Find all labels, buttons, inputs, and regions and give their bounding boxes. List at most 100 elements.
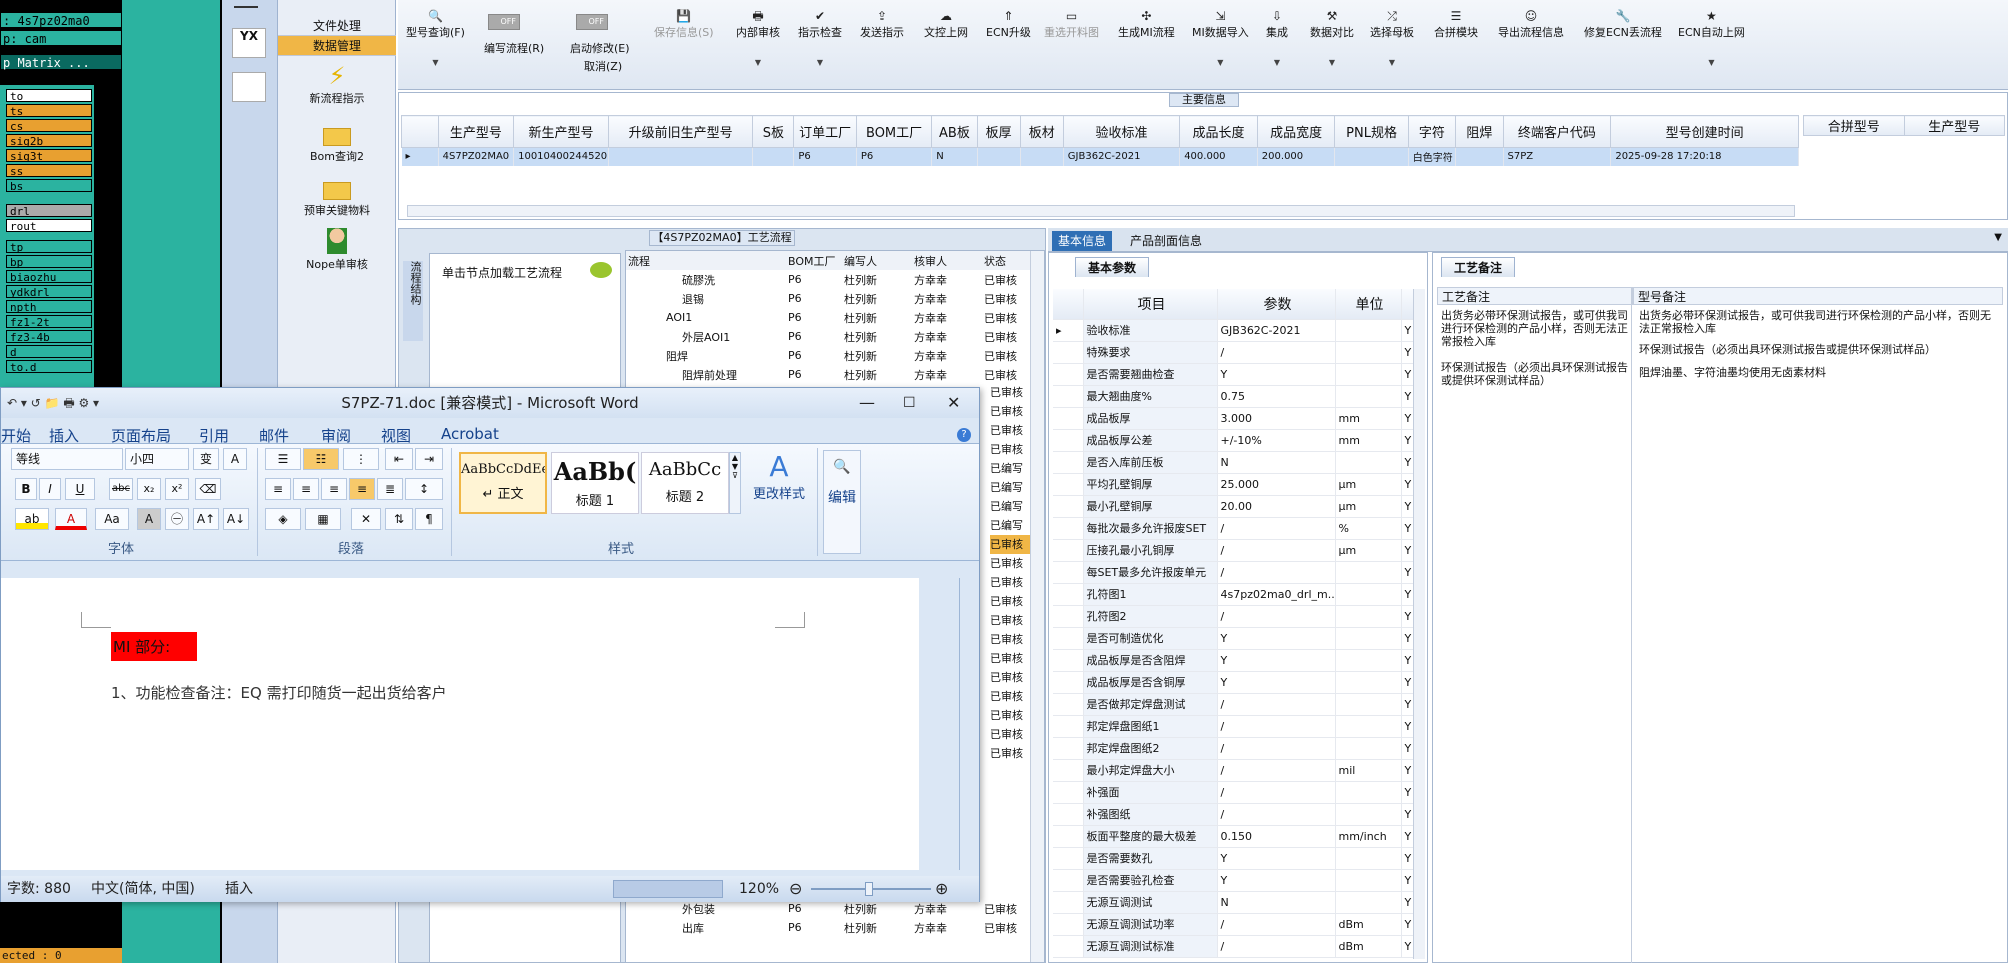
menu-file-processing[interactable]: 文件处理 bbox=[278, 16, 396, 36]
tree-row[interactable]: 退锡 P6 杜列新 方幸幸 已审核 bbox=[626, 289, 1030, 308]
italic-button[interactable]: I bbox=[39, 478, 61, 500]
column-header[interactable]: 单位 bbox=[1335, 289, 1402, 320]
param-row[interactable]: 最小孔壁铜厚 20.00 μm Y bbox=[1053, 495, 1414, 518]
layer-item[interactable]: ts bbox=[6, 104, 92, 117]
sort-button[interactable]: ⇅ bbox=[385, 508, 413, 530]
mi-import-button[interactable]: ⇲ MI数据导入 ▼ bbox=[1192, 8, 1249, 67]
shading-button[interactable]: ◈ bbox=[265, 508, 301, 530]
param-row[interactable]: 邦定焊盘图纸1/Y bbox=[1053, 715, 1414, 738]
internal-review-button[interactable]: 🖶 内部审核 ▼ bbox=[736, 8, 780, 67]
menu-data-management[interactable]: 数据管理 bbox=[278, 36, 396, 56]
nope-review-item[interactable]: Nope单审核 bbox=[278, 228, 396, 272]
superscript-button[interactable]: x² bbox=[165, 478, 189, 500]
subscript-button[interactable]: x₂ bbox=[137, 478, 161, 500]
param-row[interactable]: 无源互调测试 N Y bbox=[1053, 891, 1414, 914]
process-note-text[interactable]: 出货务必带环保测试报告，或可供我司进行环保检测的产品小样，否则无法正常报检入库 … bbox=[1437, 309, 1631, 387]
column-header[interactable]: 流程 bbox=[626, 251, 786, 270]
tab-acrobat[interactable]: Acrobat bbox=[441, 425, 499, 443]
justify-button[interactable]: ≡ bbox=[349, 478, 375, 500]
export-flow-button[interactable]: ☺ 导出流程信息 bbox=[1498, 8, 1564, 40]
integrate-button[interactable]: ⇩ 集成 ▼ bbox=[1266, 8, 1288, 67]
column-header[interactable]: 升级前旧生产型号 bbox=[607, 115, 754, 148]
param-row[interactable]: 是否可制造优化 Y Y bbox=[1053, 627, 1414, 650]
increase-indent-button[interactable]: ⇥ bbox=[415, 448, 443, 470]
ecn-upgrade-button[interactable]: ⇑ ECN升级 bbox=[986, 8, 1031, 40]
param-row[interactable]: 板面平整度的最大极差 0.150 mm/inch Y bbox=[1053, 825, 1414, 848]
param-row[interactable]: 补强面 / Y bbox=[1053, 781, 1414, 804]
reselect-cutting-button[interactable]: ▭ 重选开料图 bbox=[1044, 8, 1099, 40]
column-header[interactable]: 字符 bbox=[1407, 115, 1457, 148]
cancel-button[interactable]: 取消(Z) bbox=[584, 58, 622, 74]
layer-item[interactable]: bs bbox=[6, 179, 92, 192]
param-row[interactable]: 无源互调测试功率 / dBm Y bbox=[1053, 913, 1414, 936]
tab-basic-info[interactable]: 基本信息 bbox=[1052, 231, 1113, 251]
show-marks-button[interactable]: ¶ bbox=[415, 508, 443, 530]
param-row[interactable]: 最小邦定焊盘大小 / mil Y bbox=[1053, 759, 1414, 782]
indicator-check-button[interactable]: ✔ 指示检查 ▼ bbox=[798, 8, 842, 67]
layer-item[interactable]: cs bbox=[6, 119, 92, 132]
param-row[interactable]: 孔符图1 4s7pz02ma0_drl_m... Y bbox=[1053, 583, 1414, 606]
align-center-button[interactable]: ≡ bbox=[293, 478, 319, 500]
model-query-button[interactable]: 🔍 型号查询(F) ▼ bbox=[406, 8, 465, 67]
distribute-button[interactable]: ≣ bbox=[377, 478, 403, 500]
param-row[interactable]: 是否需要翘曲检查 Y Y bbox=[1053, 363, 1414, 386]
numbering-button[interactable]: ☷ bbox=[303, 448, 339, 470]
process-side-tab[interactable]: 流程结构 bbox=[403, 261, 423, 341]
param-row[interactable]: ▸ 验收标准 GJB362C-2021 Y bbox=[1053, 319, 1414, 342]
column-header[interactable]: 项目 bbox=[1083, 289, 1218, 320]
doc-control-online-button[interactable]: ☁ 文控上网 bbox=[924, 8, 968, 40]
save-info-button[interactable]: 💾 保存信息(S) bbox=[654, 8, 714, 40]
layer-item[interactable]: biaozhu bbox=[6, 270, 92, 283]
tree-row[interactable]: AOI1 P6 杜列新 方幸幸 已审核 bbox=[626, 308, 1030, 327]
underline-button[interactable]: U bbox=[65, 478, 95, 500]
language-indicator[interactable]: 中文(简体, 中国) bbox=[91, 876, 195, 902]
param-row[interactable]: 是否入库前压板 N Y bbox=[1053, 451, 1414, 474]
param-row[interactable]: 每SET最多允许报废单元 / Y bbox=[1053, 561, 1414, 584]
model-note-text[interactable]: 出货务必带环保测试报告，或可供我司进行环保检测的产品小样，否则无法正常报检入库 … bbox=[1635, 309, 2001, 379]
column-header[interactable]: 参数 bbox=[1217, 289, 1336, 320]
start-modify-toggle[interactable]: OFF bbox=[576, 14, 608, 30]
param-row[interactable]: 成品板厚 3.000 mm Y bbox=[1053, 407, 1414, 430]
bullets-button[interactable]: ☰ bbox=[265, 448, 301, 470]
align-right-button[interactable]: ≡ bbox=[321, 478, 347, 500]
layer-item[interactable]: ss bbox=[6, 164, 92, 177]
document-page[interactable]: MI 部分: 1、功能检查备注：EQ 需打印随货一起出货给客户 bbox=[1, 578, 919, 870]
param-row[interactable]: 邦定焊盘图纸2/Y bbox=[1053, 737, 1414, 760]
param-row[interactable]: 特殊要求 / Y bbox=[1053, 341, 1414, 364]
column-header[interactable]: 板厚 bbox=[976, 115, 1021, 148]
layer-item[interactable]: npth bbox=[6, 300, 92, 313]
clear-format-button[interactable]: ⌫ bbox=[195, 478, 221, 500]
column-header[interactable]: 编写人 bbox=[842, 251, 912, 270]
tree-row[interactable]: 阻焊 P6 杜列新 方幸幸 已审核 bbox=[626, 346, 1030, 365]
merge-module-button[interactable]: ☰ 合拼模块 bbox=[1434, 8, 1478, 40]
tab-process-notes[interactable]: 工艺备注 bbox=[1441, 257, 1516, 277]
char-shading-button[interactable]: A bbox=[137, 508, 161, 530]
shrink-font-button[interactable]: A↓ bbox=[223, 508, 249, 530]
layer-item[interactable]: d bbox=[6, 345, 92, 358]
word-count[interactable]: 字数: 880 bbox=[7, 876, 71, 902]
column-header[interactable]: BOM工厂 bbox=[786, 251, 842, 270]
style-heading-1[interactable]: AaBb( 标题 1 bbox=[551, 452, 639, 514]
layer-item[interactable]: ydkdrl bbox=[6, 285, 92, 298]
param-row[interactable]: 无源互调测试标准 / dBm Y bbox=[1053, 935, 1414, 958]
chevron-down-icon[interactable]: ▼ bbox=[1994, 232, 2002, 243]
column-header[interactable]: 合拼型号 bbox=[1803, 115, 1905, 136]
align-left-button[interactable]: ≡ bbox=[265, 478, 291, 500]
send-indicator-button[interactable]: ⇪ 发送指示 bbox=[860, 8, 904, 40]
quick-access-toolbar[interactable]: ↶ ▾ ↺ 📁 🖶 ⚙ ▾ bbox=[7, 388, 99, 418]
decrease-indent-button[interactable]: ⇤ bbox=[385, 448, 413, 470]
pre-review-item[interactable]: 预审关键物料 bbox=[278, 178, 396, 218]
chinese-layout-button[interactable]: ✕ bbox=[351, 508, 381, 530]
column-header[interactable]: 状态 bbox=[982, 251, 1030, 270]
column-header[interactable]: 板材 bbox=[1019, 115, 1064, 148]
insert-mode[interactable]: 插入 bbox=[225, 876, 253, 902]
param-row[interactable]: 是否做邦定焊盘测试 / Y bbox=[1053, 693, 1414, 716]
font-color-button[interactable]: A bbox=[55, 508, 87, 530]
zoom-in-button[interactable]: ⊕ bbox=[935, 876, 948, 902]
enclose-char-button[interactable]: ㊀ bbox=[165, 508, 189, 530]
style-normal[interactable]: AaBbCcDdEe ↵ 正文 bbox=[459, 452, 547, 514]
new-flow-indicator-item[interactable]: ⚡ 新流程指示 bbox=[278, 64, 396, 106]
column-header[interactable]: 终端客户代码 bbox=[1502, 115, 1612, 148]
column-header[interactable]: 阻焊 bbox=[1455, 115, 1504, 148]
column-header[interactable]: 核审人 bbox=[912, 251, 982, 270]
